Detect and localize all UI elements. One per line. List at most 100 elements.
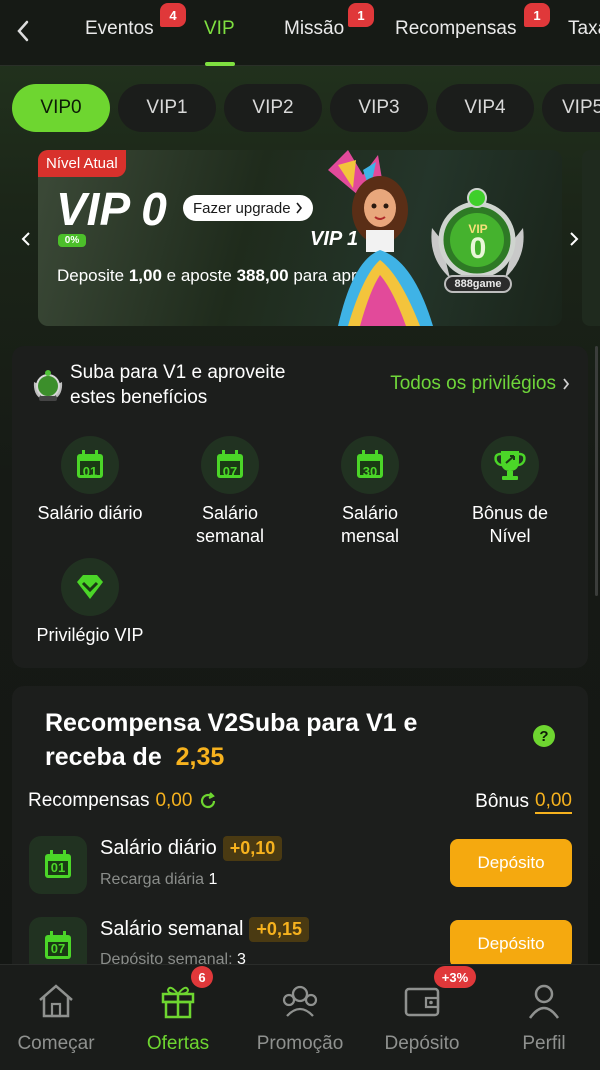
- tab-eventos[interactable]: Eventos: [85, 18, 154, 40]
- back-button[interactable]: [10, 15, 36, 47]
- bonus-label: Bônus: [475, 791, 530, 812]
- nav-label: Começar: [17, 1033, 95, 1054]
- upgrade-label: Fazer upgrade: [193, 199, 291, 217]
- reward-tag: +0,15: [249, 917, 309, 942]
- chevron-right-icon: [563, 378, 570, 390]
- vip-level-pill-3[interactable]: VIP3: [330, 84, 428, 132]
- banner-prev-button[interactable]: [15, 226, 37, 252]
- benefit-label: Bônus de Nível: [471, 503, 549, 546]
- next-vip-level: VIP 1: [310, 228, 359, 250]
- tab-vip[interactable]: VIP: [204, 18, 235, 40]
- notification-badge: 1: [524, 3, 550, 27]
- vip-level-pill-0[interactable]: VIP0: [12, 84, 110, 132]
- calendar-icon: 01: [29, 836, 87, 894]
- medal-brand: 888game: [454, 278, 502, 290]
- nav-promocao[interactable]: Promoção: [245, 979, 355, 1055]
- vip-level-pill-5[interactable]: VIP5: [542, 84, 600, 132]
- gift-icon: [156, 979, 200, 1023]
- help-icon[interactable]: ?: [533, 725, 555, 747]
- nav-comecar[interactable]: Começar: [1, 979, 111, 1055]
- rewards-title-text: Recompensa V2Suba para V1 e receba de: [45, 709, 418, 771]
- top-navigation: Eventos 4 VIP Missão 1 Recompensas 1 Tax…: [0, 0, 600, 66]
- tab-recompensas[interactable]: Recompensas: [395, 18, 516, 40]
- nav-label: Perfil: [522, 1033, 566, 1054]
- nav-label: Ofertas: [146, 1033, 210, 1054]
- vip-level-pill-4[interactable]: VIP4: [436, 84, 534, 132]
- nav-deposito[interactable]: Depósito: [367, 979, 477, 1055]
- deposit-button[interactable]: Depósito: [450, 920, 572, 968]
- medal-level: 0: [469, 232, 487, 265]
- vip-level-pill-1[interactable]: VIP1: [118, 84, 216, 132]
- rewards-title: Recompensa V2Suba para V1 e receba de 2,…: [45, 706, 495, 774]
- benefit-level-bonus[interactable]: Bônus de Nível: [440, 436, 580, 548]
- reward-sub-value: 1: [208, 871, 218, 888]
- current-vip-level: VIP 0: [56, 183, 167, 235]
- reward-row-sub: Recarga diária 1: [100, 871, 217, 889]
- bonus-value[interactable]: 0,00: [535, 790, 572, 814]
- benefit-label: Salário semanal: [195, 503, 265, 546]
- benefits-card: Suba para V1 e aproveite estes benefício…: [12, 346, 588, 668]
- reward-row-name: Salário diário +0,10: [100, 836, 283, 861]
- bonus-summary: Bônus 0,00: [475, 790, 572, 814]
- chevron-right-icon: [570, 232, 579, 246]
- benefits-title: Suba para V1 e aproveite estes benefício…: [70, 362, 286, 408]
- vip-level-pill-2[interactable]: VIP2: [224, 84, 322, 132]
- chevron-left-icon: [17, 20, 29, 42]
- trophy-icon: [481, 436, 539, 494]
- banner-text-part: e aposte: [161, 266, 237, 285]
- row-icon-number: 07: [50, 941, 66, 956]
- benefit-label: Privilégio VIP: [36, 625, 144, 645]
- bet-required: 388,00: [236, 266, 289, 285]
- benefit-daily-salary[interactable]: 01 Salário diário: [20, 436, 160, 525]
- deposit-bonus-badge: +3%: [434, 966, 476, 988]
- benefit-icon-number: 07: [222, 464, 238, 479]
- vip-badge-icon: [33, 370, 63, 401]
- notification-badge: 4: [160, 3, 186, 27]
- benefit-vip-privilege[interactable]: Privilégio VIP: [20, 558, 160, 647]
- progress-label: 0%: [58, 234, 86, 247]
- benefit-monthly-salary[interactable]: 30 Salário mensal: [300, 436, 440, 548]
- reward-name: Salário diário: [100, 837, 217, 859]
- home-icon: [34, 979, 78, 1023]
- tab-label: Taxa: [568, 18, 600, 39]
- reward-name: Salário semanal: [100, 918, 244, 940]
- all-privileges-label: Todos os privilégios: [390, 373, 556, 394]
- benefit-icon-number: 01: [82, 464, 98, 479]
- vip-level-banner: Nível Atual VIP 0 Fazer upgrade 0% Depos…: [38, 150, 562, 326]
- deposit-button[interactable]: Depósito: [450, 839, 572, 887]
- reward-row-name: Salário semanal +0,15: [100, 917, 309, 942]
- notification-badge: 6: [191, 966, 213, 988]
- upgrade-button[interactable]: Fazer upgrade: [183, 195, 313, 221]
- nav-label: Promoção: [256, 1033, 344, 1054]
- reward-sub-label: Recarga diária: [100, 871, 205, 888]
- notification-badge: 1: [348, 3, 374, 27]
- next-banner-peek: [582, 150, 600, 326]
- bottom-navigation: Começar Ofertas 6 Promoção Depósito +3% …: [0, 964, 600, 1070]
- tab-label: Missão: [284, 18, 345, 39]
- benefit-label: Salário diário: [37, 503, 143, 523]
- tab-label: VIP: [204, 18, 235, 39]
- current-level-tag: Nível Atual: [38, 150, 126, 177]
- nav-ofertas[interactable]: Ofertas: [123, 979, 233, 1055]
- chevron-left-icon: [21, 232, 30, 246]
- nav-perfil[interactable]: Perfil: [489, 979, 599, 1055]
- benefit-weekly-salary[interactable]: 07 Salário semanal: [160, 436, 300, 548]
- rewards-label: Recompensas: [28, 790, 150, 811]
- benefit-label: Salário mensal: [340, 503, 400, 546]
- all-privileges-link[interactable]: Todos os privilégios: [390, 373, 570, 395]
- tab-missao[interactable]: Missão: [284, 18, 344, 40]
- rewards-value: 0,00: [155, 790, 193, 811]
- tab-label: Eventos: [85, 18, 154, 39]
- benefit-icon-number: 30: [362, 464, 378, 479]
- rewards-amount: 2,35: [175, 743, 225, 771]
- active-tab-indicator: [205, 62, 235, 66]
- chevron-right-icon: [295, 202, 302, 214]
- diamond-icon: [61, 558, 119, 616]
- nav-label: Depósito: [384, 1033, 460, 1054]
- rewards-summary: Recompensas 0,00: [28, 790, 218, 812]
- refresh-icon[interactable]: [198, 791, 218, 811]
- people-icon: [278, 979, 322, 1023]
- tab-taxa[interactable]: Taxa: [568, 18, 600, 40]
- scrollbar[interactable]: [595, 346, 598, 596]
- deposit-required: 1,00: [128, 266, 162, 285]
